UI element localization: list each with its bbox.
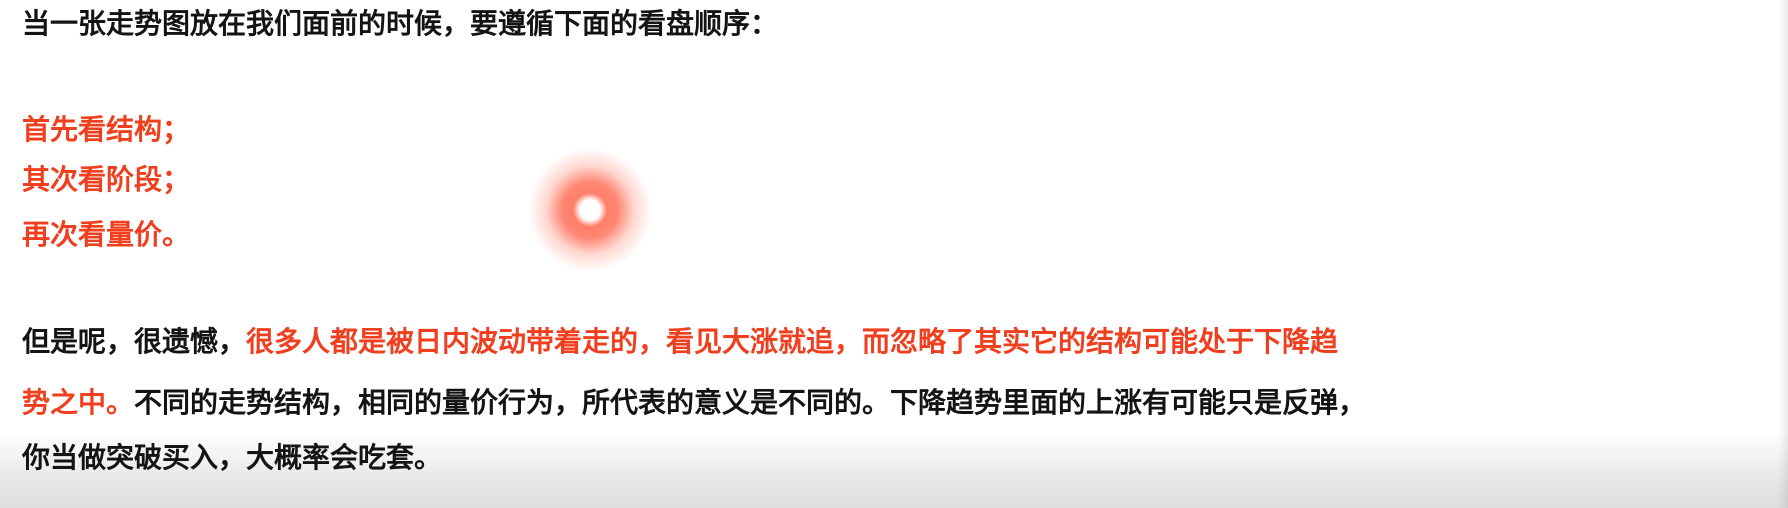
paragraph-text-dark: 不同的走势结构，相同的量价行为，所代表的意义是不同的。下降趋势里面的上涨有可能只… bbox=[134, 386, 1367, 419]
cursor-highlight-icon bbox=[528, 148, 652, 272]
paragraph-line-2: 势之中。不同的走势结构，相同的量价行为，所代表的意义是不同的。下降趋势里面的上涨… bbox=[22, 383, 1366, 423]
paragraph-line-3: 你当做突破买入，大概率会吃套。 bbox=[22, 441, 443, 474]
paragraph-text-highlight: 很多人都是被日内波动带着走的，看见大涨就追，而忽略了其实它的结构可能处于下降趋 bbox=[246, 325, 1339, 358]
paragraph-text-dark: 但是呢，很遗憾， bbox=[22, 325, 247, 358]
intro-text: 当一张走势图放在我们面前的时候，要遵循下面的看盘顺序： bbox=[22, 7, 779, 40]
step-structure: 首先看结构； bbox=[22, 113, 191, 146]
edge-shadow bbox=[1778, 0, 1788, 508]
paragraph-text-highlight: 势之中。 bbox=[22, 386, 135, 419]
step-stage: 其次看阶段； bbox=[22, 163, 191, 196]
document-page: 当一张走势图放在我们面前的时候，要遵循下面的看盘顺序： 首先看结构； 其次看阶段… bbox=[0, 0, 1788, 508]
step-volume-price: 再次看量价。 bbox=[22, 218, 191, 251]
paragraph-line-1: 但是呢，很遗憾，很多人都是被日内波动带着走的，看见大涨就追，而忽略了其实它的结构… bbox=[22, 322, 1338, 362]
